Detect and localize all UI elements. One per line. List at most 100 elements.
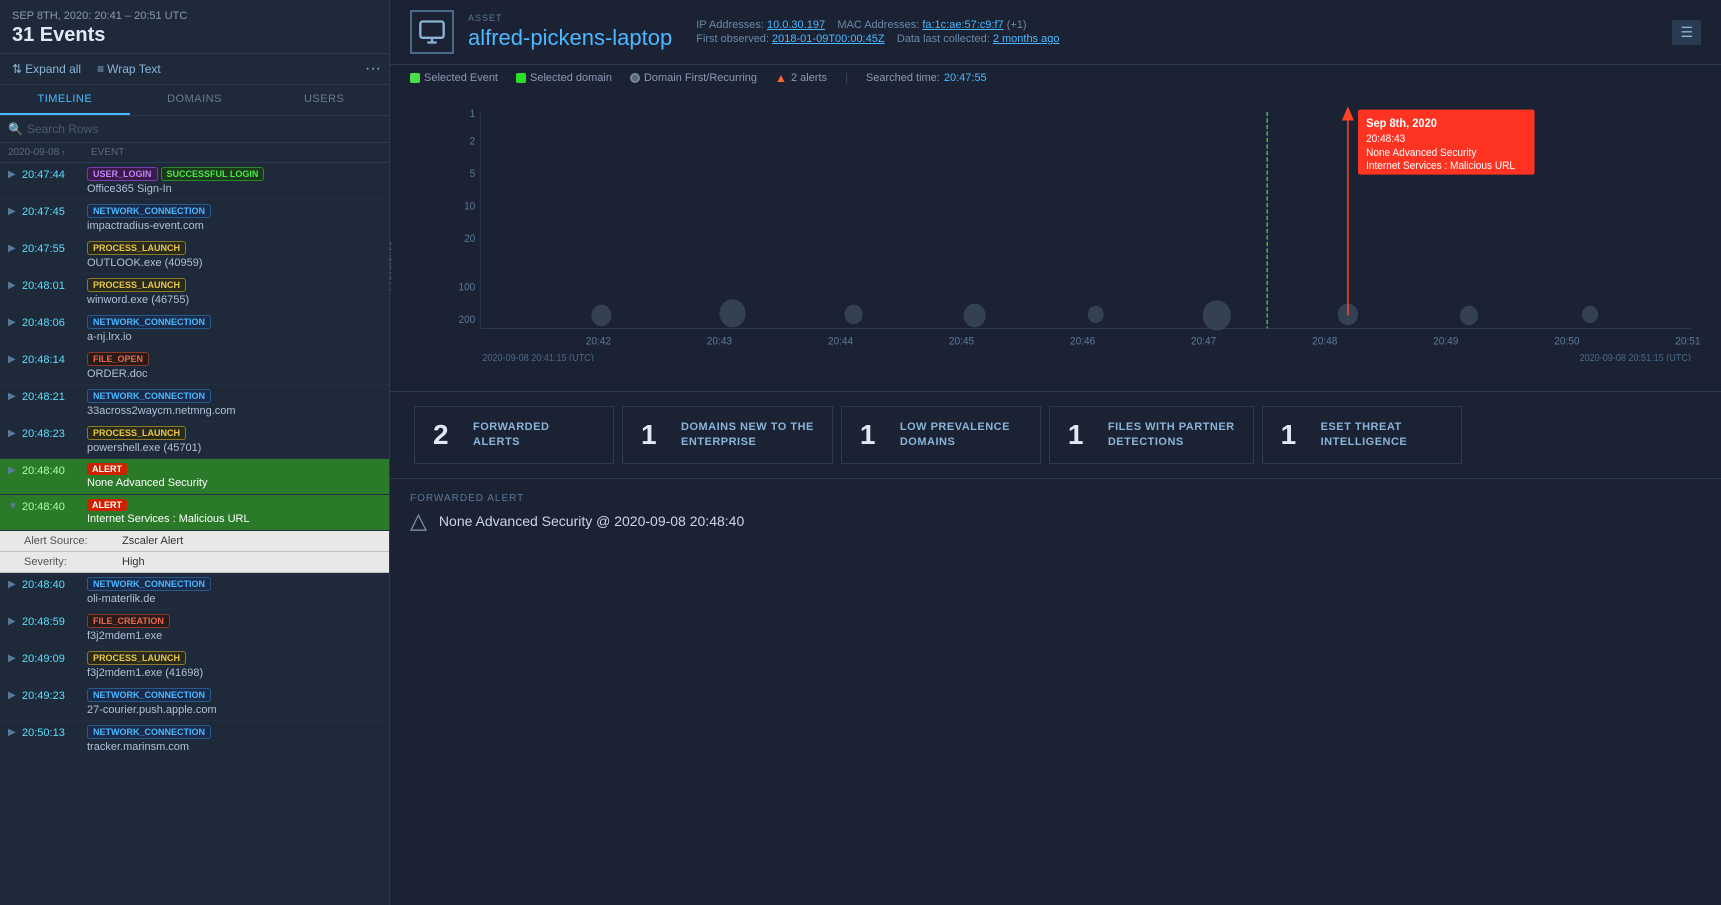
event-content: ALERT Internet Services : Malicious URL <box>87 499 381 525</box>
svg-text:20:42: 20:42 <box>586 336 611 347</box>
asset-label: ASSET <box>468 13 672 23</box>
search-bar: 🔍 <box>0 116 389 143</box>
chart-area: Prevalence 1 2 5 10 20 100 200 20:42 20:… <box>390 91 1721 391</box>
event-expand-icon[interactable]: ▶ <box>8 169 22 180</box>
asset-info: ASSET alfred-pickens-laptop <box>468 13 672 51</box>
event-row[interactable]: ▶20:48:59FILE_CREATIONf3j2mdem1.exe <box>0 610 389 647</box>
event-expand-icon[interactable]: ▶ <box>8 280 22 291</box>
svg-text:20:49: 20:49 <box>1433 336 1458 347</box>
insight-card[interactable]: 1 DOMAINS NEW TO THE ENTERPRISE <box>622 406 833 464</box>
event-row[interactable]: ▶20:48:01PROCESS_LAUNCHwinword.exe (4675… <box>0 274 389 311</box>
timeline-chart: 1 2 5 10 20 100 200 20:42 20:43 20:44 20… <box>440 101 1701 361</box>
event-row[interactable]: ▶20:47:45NETWORK_CONNECTIONimpactradius-… <box>0 200 389 237</box>
corner-menu-button[interactable]: ☰ <box>1672 20 1701 45</box>
event-count: 31 Events <box>12 24 377 47</box>
data-last-value[interactable]: 2 months ago <box>993 33 1060 45</box>
event-expand-icon[interactable]: ▶ <box>8 579 22 590</box>
event-description: ORDER.doc <box>87 368 381 380</box>
event-row[interactable]: ▶20:49:09PROCESS_LAUNCHf3j2mdem1.exe (41… <box>0 647 389 684</box>
expand-all-button[interactable]: ⇅ Expand all <box>8 60 85 78</box>
event-expand-icon[interactable]: ▶ <box>8 206 22 217</box>
event-description: a-nj.lrx.io <box>87 331 381 343</box>
event-row[interactable]: ▶20:48:23PROCESS_LAUNCHpowershell.exe (4… <box>0 422 389 459</box>
event-tag: NETWORK_CONNECTION <box>87 577 211 591</box>
event-time: 20:48:40 <box>22 501 87 513</box>
event-description: f3j2mdem1.exe <box>87 630 381 642</box>
event-row[interactable]: ▶20:47:55PROCESS_LAUNCHOUTLOOK.exe (4095… <box>0 237 389 274</box>
detail-value: High <box>122 556 145 568</box>
event-tag: ALERT <box>87 499 127 511</box>
sort-icon: ↑ <box>61 148 66 158</box>
event-row[interactable]: ▶20:49:23NETWORK_CONNECTION27-courier.pu… <box>0 684 389 721</box>
svg-text:2020-09-08 20:51:15 (UTC): 2020-09-08 20:51:15 (UTC) <box>1580 352 1691 361</box>
alerts-label: 2 alerts <box>791 72 827 84</box>
date-range: SEP 8TH, 2020: 20:41 – 20:51 UTC <box>12 10 377 22</box>
selected-event-dot <box>410 73 420 83</box>
event-tag: USER_LOGIN <box>87 167 158 181</box>
event-row[interactable]: ▶20:48:06NETWORK_CONNECTIONa-nj.lrx.io <box>0 311 389 348</box>
insight-card[interactable]: 1ESET THREAT INTELLIGENCE <box>1262 406 1462 464</box>
event-description: 33across2waycm.netmng.com <box>87 405 381 417</box>
event-expand-icon[interactable]: ▶ <box>8 428 22 439</box>
ip-row: IP Addresses: 10.0.30.197 MAC Addresses:… <box>696 19 1059 31</box>
col-date-header: 2020-09-08 ↑ <box>8 147 83 158</box>
tab-timeline[interactable]: TIMELINE <box>0 85 130 115</box>
search-input[interactable] <box>27 122 381 136</box>
event-description: oli-materlik.de <box>87 593 381 605</box>
event-time: 20:48:40 <box>22 465 87 477</box>
insight-number: 1 <box>1281 419 1309 451</box>
wrap-text-button[interactable]: ≡ Wrap Text <box>93 60 165 78</box>
selected-domain-dot <box>516 73 526 83</box>
event-row[interactable]: ▶20:50:13NETWORK_CONNECTIONtracker.marin… <box>0 721 389 758</box>
event-row[interactable]: ▶20:48:40ALERTNone Advanced Security <box>0 459 389 495</box>
legend-bar: Selected Event Selected domain Domain Fi… <box>390 65 1721 91</box>
event-time: 20:47:55 <box>22 243 87 255</box>
event-description: winword.exe (46755) <box>87 294 381 306</box>
svg-text:Sep 8th, 2020: Sep 8th, 2020 <box>1366 118 1437 130</box>
insight-card[interactable]: 2FORWARDED ALERTS <box>414 406 614 464</box>
event-time: 20:48:40 <box>22 579 87 591</box>
event-row[interactable]: ▶20:48:21NETWORK_CONNECTION33across2wayc… <box>0 385 389 422</box>
insight-text: DOMAINS NEW TO THE ENTERPRISE <box>681 420 814 451</box>
event-expand-icon[interactable]: ▶ <box>8 653 22 664</box>
detail-value: Zscaler Alert <box>122 535 183 547</box>
event-expand-icon[interactable]: ▶ <box>8 391 22 402</box>
insight-number: 1 <box>641 419 669 451</box>
event-row[interactable]: ▼20:48:40ALERT Internet Services : Malici… <box>0 495 389 531</box>
first-obs-value[interactable]: 2018-01-09T00:00:45Z <box>772 33 885 45</box>
svg-text:2: 2 <box>470 136 476 147</box>
insight-card[interactable]: 1FILES WITH PARTNER DETECTIONS <box>1049 406 1254 464</box>
event-expand-icon[interactable]: ▶ <box>8 727 22 738</box>
event-expand-icon[interactable]: ▶ <box>8 317 22 328</box>
event-row[interactable]: ▶20:48:40NETWORK_CONNECTION oli-materlik.… <box>0 573 389 610</box>
detail-row: Alert Source:Zscaler Alert <box>0 531 389 552</box>
more-options-button[interactable]: ··· <box>365 60 381 78</box>
event-description: tracker.marinsm.com <box>87 741 381 753</box>
event-content: USER_LOGINSUCCESSFUL LOGINOffice365 Sign… <box>87 167 381 195</box>
forwarded-alert-content: △ None Advanced Security @ 2020-09-08 20… <box>410 508 1701 534</box>
event-expand-icon[interactable]: ▶ <box>8 616 22 627</box>
mac-link[interactable]: fa:1c:ae:57:c9:f7 <box>922 19 1003 31</box>
event-expand-icon[interactable]: ▶ <box>8 465 22 476</box>
col-headers: 2020-09-08 ↑ EVENT <box>0 143 389 163</box>
svg-text:10: 10 <box>464 201 475 212</box>
asset-name[interactable]: alfred-pickens-laptop <box>468 25 672 51</box>
event-description: Internet Services : Malicious URL <box>87 513 381 525</box>
event-expand-icon[interactable]: ▶ <box>8 690 22 701</box>
event-tag: NETWORK_CONNECTION <box>87 389 211 403</box>
event-row[interactable]: ▶20:47:44USER_LOGINSUCCESSFUL LOGINOffic… <box>0 163 389 200</box>
insight-card[interactable]: 1LOW PREVALENCE DOMAINS <box>841 406 1041 464</box>
event-content: NETWORK_CONNECTION27-courier.push.apple.… <box>87 688 381 716</box>
event-description: powershell.exe (45701) <box>87 442 381 454</box>
event-row[interactable]: ▶20:48:14FILE_OPENORDER.doc <box>0 348 389 385</box>
event-expand-icon[interactable]: ▼ <box>8 501 22 512</box>
event-expand-icon[interactable]: ▶ <box>8 243 22 254</box>
tab-domains[interactable]: DOMAINS <box>130 85 260 115</box>
ip-link[interactable]: 10.0.30.197 <box>767 19 825 31</box>
event-expand-icon[interactable]: ▶ <box>8 354 22 365</box>
legend-selected-domain: Selected domain <box>516 72 612 84</box>
event-tag: NETWORK_CONNECTION <box>87 725 211 739</box>
domain-type-dot <box>630 73 640 83</box>
event-time: 20:48:23 <box>22 428 87 440</box>
tab-users[interactable]: USERS <box>259 85 389 115</box>
